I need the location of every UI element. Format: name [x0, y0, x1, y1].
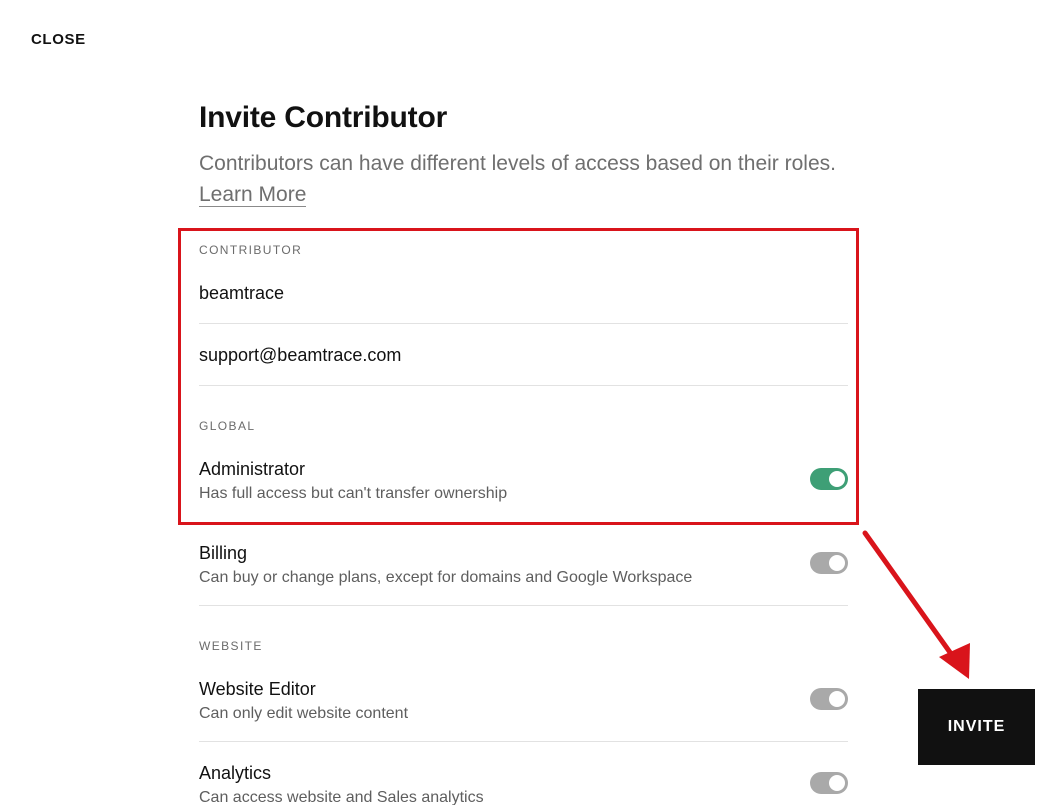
close-button[interactable]: CLOSE [31, 31, 86, 48]
analytics-toggle[interactable] [810, 772, 848, 794]
contributor-name-field [199, 262, 848, 324]
contributor-name-input[interactable] [199, 280, 848, 306]
toggle-knob [829, 555, 845, 571]
toggle-knob [829, 471, 845, 487]
permission-description: Has full access but can't transfer owner… [199, 485, 508, 502]
permission-row-administrator: Administrator Has full access but can't … [199, 458, 848, 522]
permission-title: Administrator [199, 459, 306, 479]
permission-description: Can buy or change plans, except for doma… [199, 569, 693, 586]
page-subtitle: Contributors can have different levels o… [199, 148, 839, 210]
subtitle-text: Contributors can have different levels o… [199, 152, 836, 175]
global-section-label: GLOBAL [199, 419, 256, 433]
contributor-section-label: CONTRIBUTOR [199, 243, 303, 257]
annotation-arrow-icon [862, 530, 970, 679]
permission-title: Website Editor [199, 679, 316, 699]
permission-description: Can access website and Sales analytics [199, 789, 484, 805]
permission-title: Analytics [199, 763, 272, 783]
permission-title: Billing [199, 543, 248, 563]
permission-row-website-editor: Website Editor Can only edit website con… [199, 678, 848, 742]
toggle-knob [829, 775, 845, 791]
invite-button[interactable]: INVITE [918, 689, 1035, 765]
permission-row-analytics: Analytics Can access website and Sales a… [199, 762, 848, 805]
contributor-email-input[interactable] [199, 342, 848, 368]
permission-description: Can only edit website content [199, 705, 409, 722]
permission-row-billing: Billing Can buy or change plans, except … [199, 542, 848, 606]
toggle-knob [829, 691, 845, 707]
billing-toggle[interactable] [810, 552, 848, 574]
learn-more-link[interactable]: Learn More [199, 183, 307, 207]
page-title: Invite Contributor [199, 101, 448, 134]
invite-contributor-page: CLOSE Invite Contributor Contributors ca… [0, 0, 1047, 805]
website-editor-toggle[interactable] [810, 688, 848, 710]
website-section-label: WEBSITE [199, 639, 263, 653]
contributor-email-field [199, 324, 848, 386]
administrator-toggle[interactable] [810, 468, 848, 490]
